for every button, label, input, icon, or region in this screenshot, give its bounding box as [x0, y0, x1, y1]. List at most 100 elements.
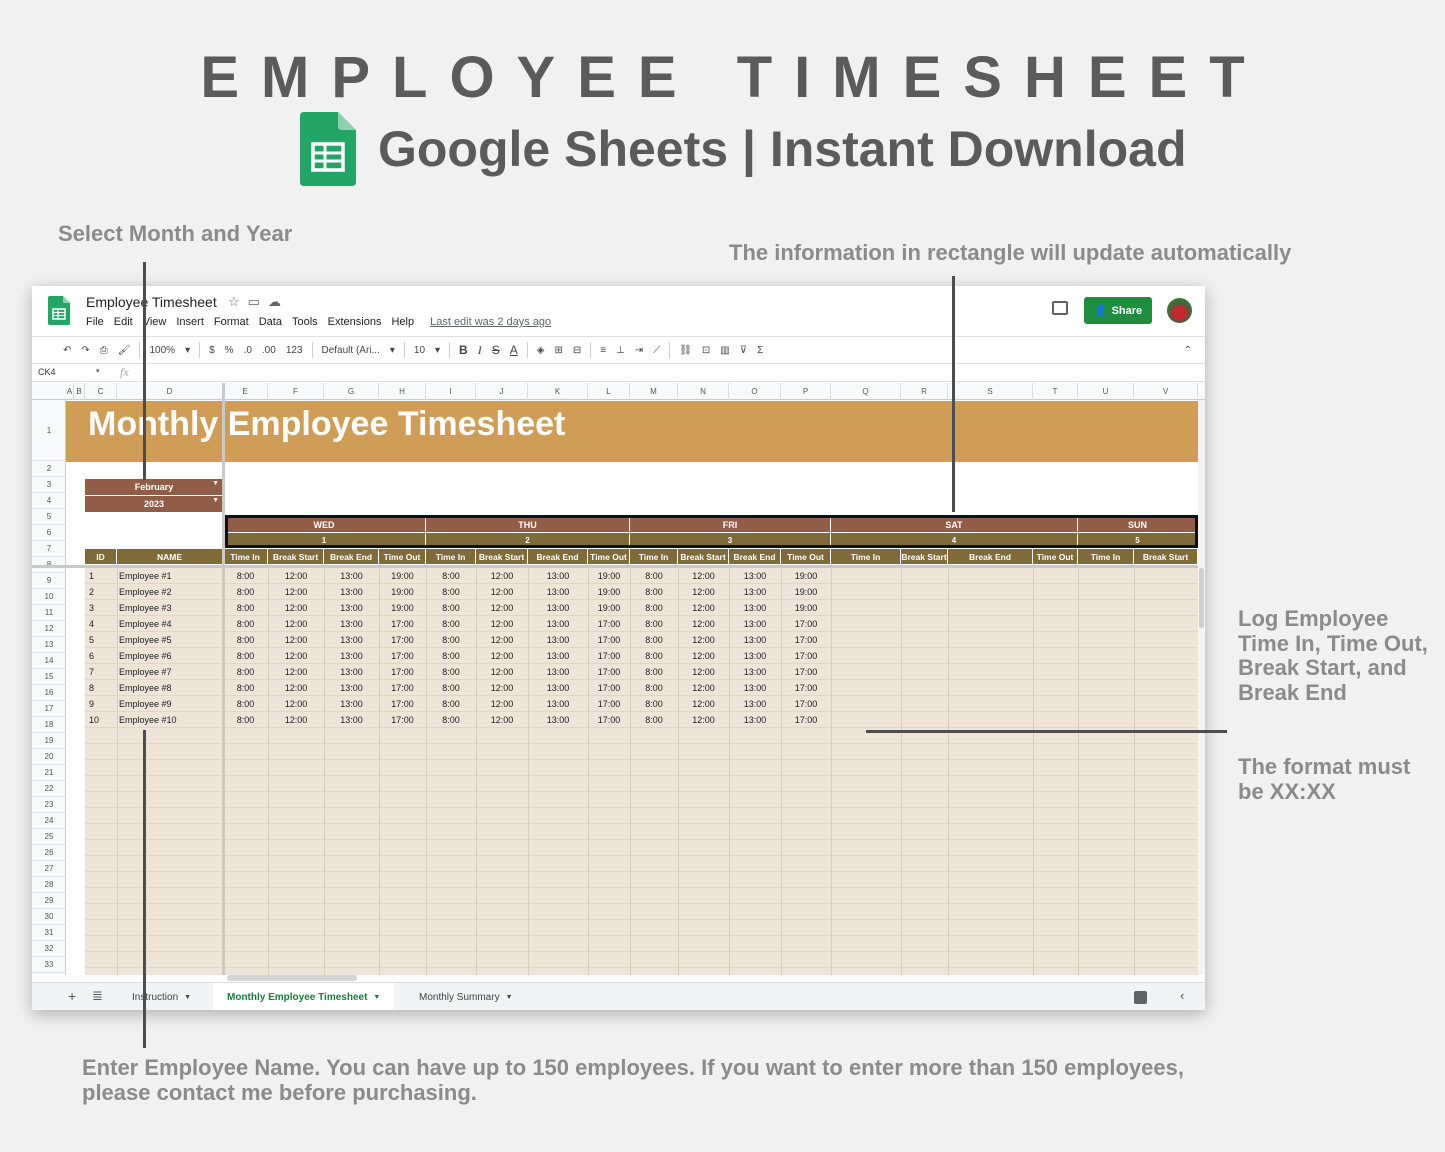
row-header-3[interactable]: 3 — [32, 477, 66, 493]
row-header-1[interactable]: 1 — [32, 400, 66, 461]
column-header-f[interactable]: F — [268, 383, 324, 400]
time-cell-time-out[interactable]: 17:00 — [379, 616, 426, 631]
column-header-e[interactable]: E — [223, 383, 268, 400]
time-cell-time-out[interactable]: 17:00 — [781, 632, 831, 647]
column-header-b[interactable]: B — [74, 383, 85, 400]
column-header-p[interactable]: P — [781, 383, 831, 400]
time-cell-time-out[interactable]: 19:00 — [588, 600, 630, 615]
freeze-row-divider[interactable] — [32, 565, 1198, 568]
time-cell-time-in[interactable]: 8:00 — [223, 664, 268, 679]
time-cell-time-out[interactable]: 17:00 — [379, 680, 426, 695]
time-cell-time-in[interactable]: 8:00 — [426, 648, 476, 663]
time-cell-time-out[interactable]: 17:00 — [781, 664, 831, 679]
time-cell-time-in[interactable]: 8:00 — [630, 584, 678, 599]
time-cell-time-in[interactable]: 8:00 — [630, 616, 678, 631]
employee-id-cell[interactable]: 7 — [89, 664, 94, 679]
time-cell-break-start[interactable]: 12:00 — [268, 712, 324, 727]
time-cell-break-start[interactable]: 12:00 — [476, 568, 528, 583]
employee-name-cell[interactable]: Employee #2 — [119, 584, 172, 599]
time-cell-break-start[interactable]: 12:00 — [476, 712, 528, 727]
time-cell-time-out[interactable]: 17:00 — [379, 648, 426, 663]
time-cell-time-in[interactable]: 8:00 — [223, 584, 268, 599]
tab-instruction[interactable]: Instruction ▼ — [118, 983, 205, 1010]
row-header-13[interactable]: 13 — [32, 637, 66, 653]
menu-view[interactable]: View — [143, 316, 167, 328]
time-cell-break-start[interactable]: 12:00 — [476, 648, 528, 663]
menu-file[interactable]: File — [86, 316, 104, 328]
employee-name-cell[interactable]: Employee #9 — [119, 696, 172, 711]
time-cell-break-end[interactable]: 13:00 — [729, 568, 781, 583]
row-header-34[interactable]: 34 — [32, 973, 66, 975]
column-header-d[interactable]: D — [117, 383, 223, 400]
decrease-decimal-button[interactable]: .0 — [239, 345, 257, 356]
row-header-17[interactable]: 17 — [32, 701, 66, 717]
time-cell-break-start[interactable]: 12:00 — [678, 584, 729, 599]
column-header-o[interactable]: O — [729, 383, 781, 400]
column-header-v[interactable]: V — [1134, 383, 1198, 400]
menu-format[interactable]: Format — [214, 316, 249, 328]
time-cell-time-in[interactable]: 8:00 — [223, 568, 268, 583]
time-cell-time-out[interactable]: 17:00 — [379, 664, 426, 679]
text-wrap-icon[interactable]: ⇥ — [630, 345, 648, 356]
time-cell-break-end[interactable]: 13:00 — [729, 696, 781, 711]
time-cell-break-start[interactable]: 12:00 — [268, 600, 324, 615]
time-cell-break-end[interactable]: 13:00 — [729, 680, 781, 695]
collapse-toolbar-icon[interactable]: ⌃ — [1179, 345, 1197, 356]
time-cell-break-start[interactable]: 12:00 — [268, 616, 324, 631]
column-header-h[interactable]: H — [379, 383, 426, 400]
time-cell-time-out[interactable]: 17:00 — [588, 712, 630, 727]
insert-link-icon[interactable]: ⛓ — [674, 345, 697, 356]
time-cell-time-in[interactable]: 8:00 — [630, 648, 678, 663]
time-cell-time-in[interactable]: 8:00 — [426, 568, 476, 583]
employee-id-cell[interactable]: 5 — [89, 632, 94, 647]
time-cell-break-end[interactable]: 13:00 — [528, 648, 588, 663]
chevron-left-icon[interactable]: ‹ — [1180, 988, 1184, 1003]
row-header-26[interactable]: 26 — [32, 845, 66, 861]
merge-cells-icon[interactable]: ⊟ — [568, 345, 586, 356]
time-cell-break-end[interactable]: 13:00 — [528, 696, 588, 711]
column-header-g[interactable]: G — [324, 383, 379, 400]
column-header-a[interactable]: A — [66, 383, 74, 400]
time-cell-break-start[interactable]: 12:00 — [678, 568, 729, 583]
move-folder-icon[interactable]: ▭ — [248, 294, 268, 309]
horizontal-align-icon[interactable]: ≡ — [595, 345, 611, 356]
time-cell-break-start[interactable]: 12:00 — [268, 680, 324, 695]
row-header-20[interactable]: 20 — [32, 749, 66, 765]
row-header-23[interactable]: 23 — [32, 797, 66, 813]
time-cell-time-in[interactable]: 8:00 — [223, 680, 268, 695]
time-cell-time-out[interactable]: 17:00 — [588, 680, 630, 695]
italic-button[interactable]: I — [473, 343, 487, 358]
time-cell-break-start[interactable]: 12:00 — [476, 616, 528, 631]
time-cell-time-out[interactable]: 19:00 — [379, 568, 426, 583]
time-cell-break-end[interactable]: 13:00 — [324, 664, 379, 679]
time-cell-break-start[interactable]: 12:00 — [678, 664, 729, 679]
row-header-15[interactable]: 15 — [32, 669, 66, 685]
employee-name-cell[interactable]: Employee #7 — [119, 664, 172, 679]
time-cell-break-end[interactable]: 13:00 — [324, 568, 379, 583]
column-header-j[interactable]: J — [476, 383, 528, 400]
time-cell-break-end[interactable]: 13:00 — [324, 632, 379, 647]
time-cell-time-out[interactable]: 17:00 — [588, 664, 630, 679]
time-cell-break-start[interactable]: 12:00 — [678, 600, 729, 615]
name-box[interactable]: CK4 — [38, 367, 56, 377]
strikethrough-button[interactable]: S — [487, 343, 505, 357]
year-select[interactable]: 2023 ▼ — [85, 496, 223, 512]
time-cell-time-out[interactable]: 17:00 — [781, 680, 831, 695]
row-header-30[interactable]: 30 — [32, 909, 66, 925]
time-cell-break-end[interactable]: 13:00 — [324, 600, 379, 615]
document-title[interactable]: Employee Timesheet — [86, 294, 217, 310]
time-cell-break-end[interactable]: 13:00 — [528, 616, 588, 631]
menu-tools[interactable]: Tools — [292, 316, 318, 328]
font-select[interactable]: Default (Ari... — [317, 345, 385, 356]
employee-id-cell[interactable]: 1 — [89, 568, 94, 583]
time-cell-time-out[interactable]: 19:00 — [379, 584, 426, 599]
comment-history-icon[interactable] — [1052, 301, 1068, 315]
time-cell-break-end[interactable]: 13:00 — [528, 632, 588, 647]
time-cell-break-end[interactable]: 13:00 — [324, 648, 379, 663]
time-cell-break-start[interactable]: 12:00 — [268, 568, 324, 583]
time-cell-time-out[interactable]: 19:00 — [781, 600, 831, 615]
menu-data[interactable]: Data — [259, 316, 282, 328]
employee-id-cell[interactable]: 3 — [89, 600, 94, 615]
row-header-28[interactable]: 28 — [32, 877, 66, 893]
bold-button[interactable]: B — [454, 343, 473, 357]
